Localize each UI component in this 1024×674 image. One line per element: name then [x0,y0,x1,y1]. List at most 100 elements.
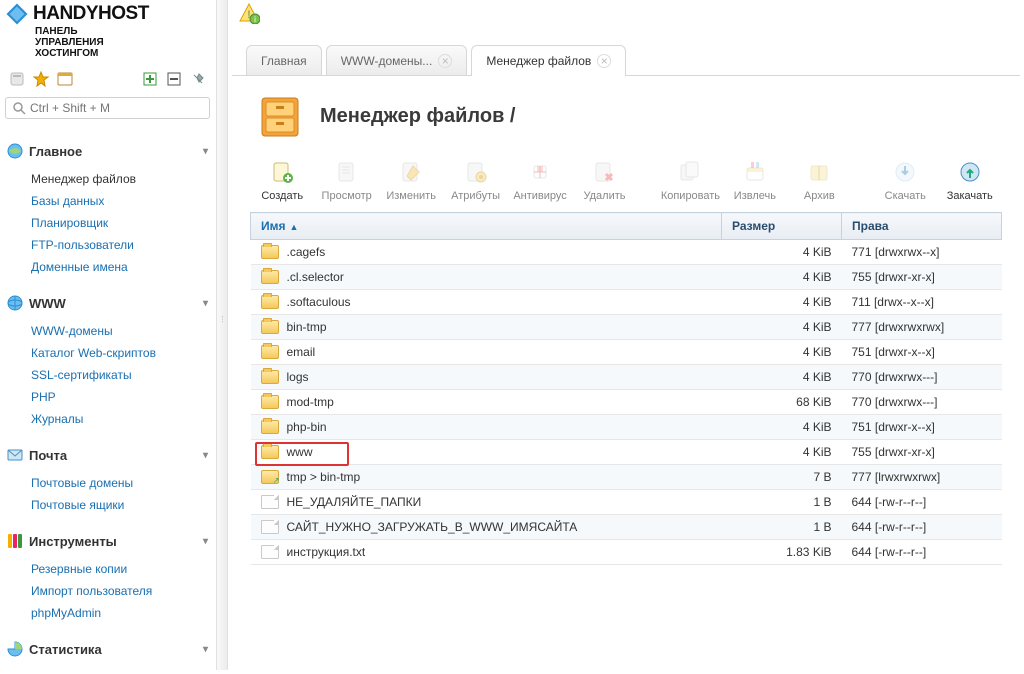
copy-icon [676,158,704,186]
table-row[interactable]: mod-tmp68 KiB770 [drwxrwx---] [251,390,1002,415]
file-size: 1.83 KiB [722,540,842,565]
action-label: Архив [787,190,851,202]
antivirus-icon [526,158,554,186]
table-row[interactable]: инструкция.txt1.83 KiB644 [-rw-r--r--] [251,540,1002,565]
nav-item[interactable]: Журналы [5,408,210,430]
file-name: инструкция.txt [287,545,366,559]
action-label: Изменить [379,190,443,202]
file-size: 4 KiB [722,340,842,365]
table-row[interactable]: bin-tmp4 KiB777 [drwxrwxrwx] [251,315,1002,340]
collapse-all-icon[interactable] [166,71,182,87]
search-input[interactable] [30,101,203,115]
logo[interactable]: HANDYHOST [5,0,210,28]
content-panel: Менеджер файлов / СоздатьПросмотрИзменит… [232,76,1020,670]
close-icon[interactable]: × [438,54,452,68]
action-create[interactable]: Создать [250,158,314,202]
table-row[interactable]: САЙТ_НУЖНО_ЗАГРУЖАТЬ_В_WWW_ИМЯСАЙТА1 B64… [251,515,1002,540]
nav-item[interactable]: Резервные копии [5,558,210,580]
file-name: logs [287,370,309,384]
folder-icon [261,245,279,259]
nav-item[interactable]: WWW-домены [5,320,210,342]
file-icon [261,520,279,534]
table-row[interactable]: .softaculous4 KiB711 [drwx--x--x] [251,290,1002,315]
action-extract: Извлечь [723,158,787,202]
table-row[interactable]: tmp > bin-tmp7 B777 [lrwxrwxrwx] [251,465,1002,490]
nav-item[interactable]: Импорт пользователя [5,580,210,602]
table-row[interactable]: php-bin4 KiB751 [drwxr-x--x] [251,415,1002,440]
action-upload[interactable]: Закачать [938,158,1002,202]
nav-group: Главное▾ Менеджер файловБазы данныхПланир… [5,140,210,278]
col-header-name[interactable]: Имя▲ [251,213,722,240]
nav-items: Резервные копииИмпорт пользователяphpMyA… [5,558,210,624]
file-icon [261,495,279,509]
table-row[interactable]: .cagefs4 KiB771 [drwxrwx--x] [251,240,1002,265]
sidebar-resize-gutter[interactable] [216,0,228,670]
col-header-perms[interactable]: Права [842,213,1002,240]
tab[interactable]: Менеджер файлов × [471,45,626,76]
file-name: mod-tmp [287,395,334,409]
gutter-handle-icon[interactable] [218,315,226,355]
sidebar: Главное▾ Менеджер файловБазы данныхПланир… [5,140,210,674]
nav-item[interactable]: SSL-сертификаты [5,364,210,386]
folder-icon [261,345,279,359]
chevron-down-icon: ▾ [203,146,208,157]
action-archive: Архив [787,158,851,202]
file-icon [261,545,279,559]
nav-group-header[interactable]: Главное▾ [5,140,210,162]
chevron-down-icon: ▾ [203,644,208,655]
col-header-size[interactable]: Размер [722,213,842,240]
nav-item[interactable]: phpMyAdmin [5,602,210,624]
file-size: 4 KiB [722,365,842,390]
nav-item[interactable]: PHP [5,386,210,408]
calendar-icon[interactable] [57,71,73,87]
nav-group-header[interactable]: Инструменты▾ [5,530,210,552]
folder-icon [261,295,279,309]
file-size: 7 B [722,465,842,490]
close-icon[interactable]: × [597,54,611,68]
nav-item[interactable]: Почтовые ящики [5,494,210,516]
nav-item[interactable]: Базы данных [5,190,210,212]
search-box[interactable] [5,97,210,119]
nav-group-header[interactable]: WWW▾ [5,292,210,314]
action-label: Атрибуты [443,190,507,202]
action-label: Удалить [572,190,636,202]
file-size: 1 B [722,490,842,515]
table-row[interactable]: logs4 KiB770 [drwxrwx---] [251,365,1002,390]
file-name: САЙТ_НУЖНО_ЗАГРУЖАТЬ_В_WWW_ИМЯСАЙТА [287,520,578,534]
action-label: Скачать [873,190,937,202]
nav-item[interactable]: Каталог Web-скриптов [5,342,210,364]
file-name: php-bin [287,420,327,434]
brand-subtitle: ПАНЕЛЬ УПРАВЛЕНИЯ ХОСТИНГОМ [35,26,210,59]
nav-item[interactable]: Почтовые домены [5,472,210,494]
nav-group-header[interactable]: Статистика ▾ [5,638,210,660]
favorites-icon[interactable] [33,71,49,87]
symlink-icon [261,470,279,484]
folder-icon [261,320,279,334]
action-edit: Изменить [379,158,443,202]
table-row[interactable]: email4 KiB751 [drwxr-x--x] [251,340,1002,365]
table-row[interactable]: www4 KiB755 [drwxr-xr-x] [251,440,1002,465]
table-row[interactable]: НЕ_УДАЛЯЙТЕ_ПАПКИ1 B644 [-rw-r--r--] [251,490,1002,515]
expand-all-icon[interactable] [142,71,158,87]
file-size: 4 KiB [722,240,842,265]
attrs-icon [462,158,490,186]
tab-label: WWW-домены... [341,54,433,68]
nav-item[interactable]: Доменные имена [5,256,210,278]
nav-item[interactable]: Планировщик [5,212,210,234]
nav-group-header[interactable]: Почта▾ [5,444,210,466]
tab-label: Менеджер файлов [486,54,591,68]
table-row[interactable]: .cl.selector4 KiB755 [drwxr-xr-x] [251,265,1002,290]
home-icon[interactable] [9,71,25,87]
tab[interactable]: Главная [246,45,322,75]
file-name: email [287,345,316,359]
pin-icon[interactable] [190,71,206,87]
nav-group-title: Статистика [29,642,102,657]
file-size: 4 KiB [722,290,842,315]
nav-item[interactable]: FTP-пользователи [5,234,210,256]
create-icon [268,158,296,186]
action-label: Просмотр [314,190,378,202]
action-label: Извлечь [723,190,787,202]
tab[interactable]: WWW-домены... × [326,45,468,75]
nav-item[interactable]: Менеджер файлов [5,168,210,190]
alert-badge-icon[interactable]: !i [238,2,260,24]
